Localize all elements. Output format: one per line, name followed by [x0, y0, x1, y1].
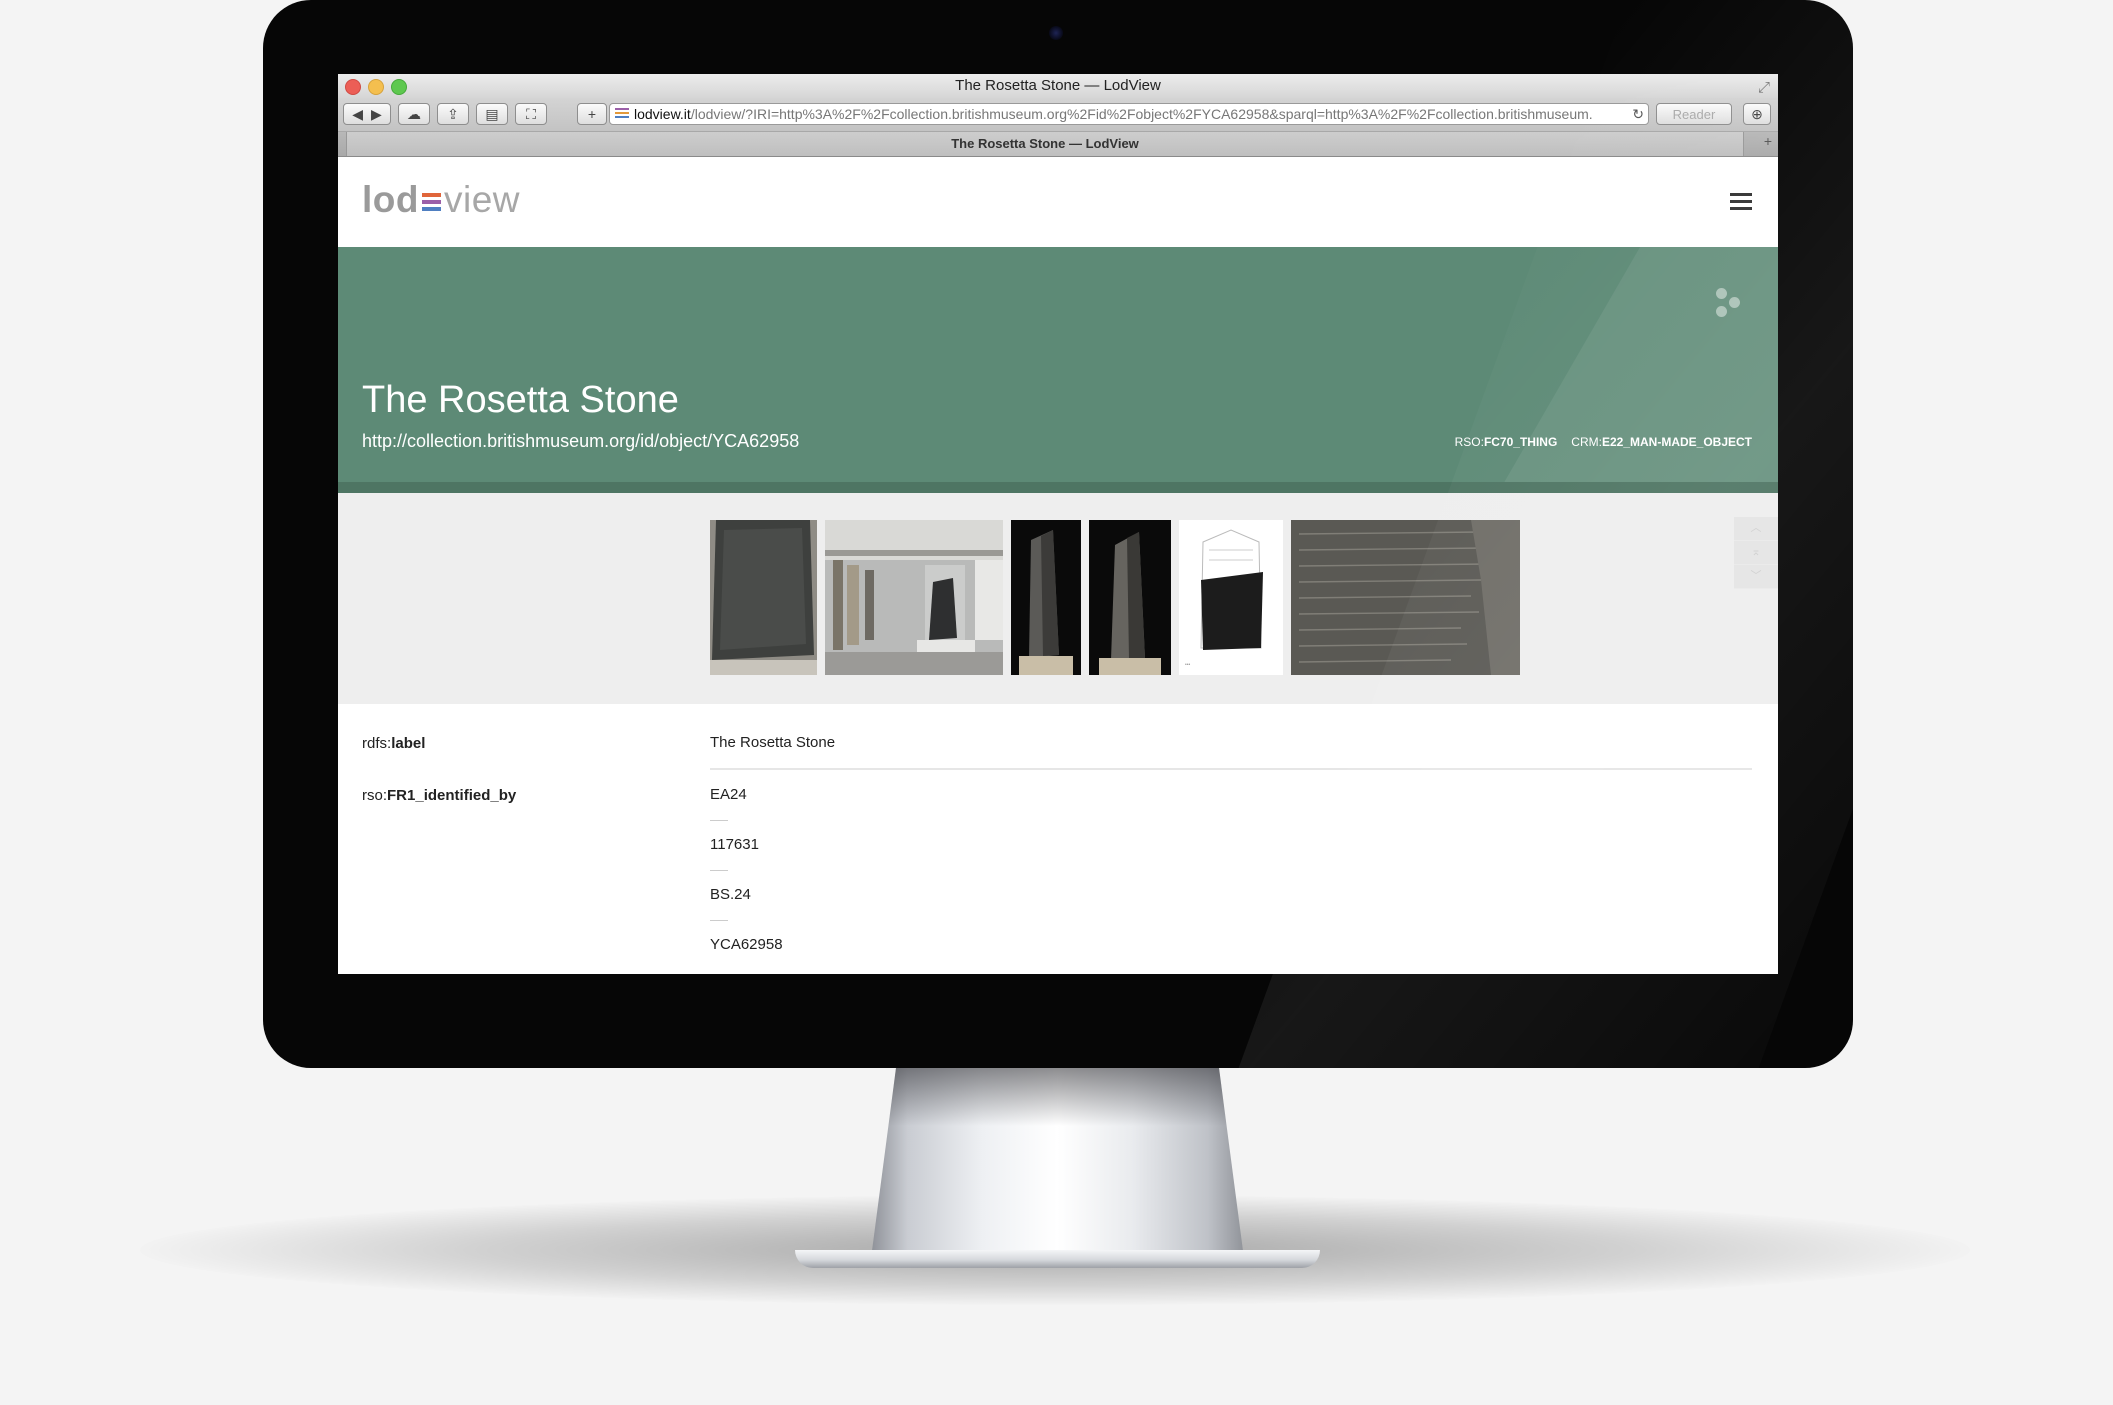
property-table: rdfs:label The Rosetta Stone rso:FR1_ide… — [338, 704, 1778, 970]
address-path: /lodview/?IRI=http%3A%2F%2Fcollection.br… — [690, 106, 1593, 122]
property-prefix: rso: — [362, 787, 388, 804]
reading-list-icon: ▤ — [485, 105, 499, 122]
property-name: FR1_identified_by — [387, 787, 517, 804]
logo-text-view: view — [443, 179, 521, 220]
reader-button[interactable]: Reader — [1656, 103, 1732, 125]
svg-text:•••: ••• — [1185, 662, 1191, 668]
stone-side-view-image-1[interactable] — [1011, 520, 1081, 675]
sidebar-button[interactable]: ▤ — [476, 103, 508, 125]
property-value: The Rosetta Stone — [710, 734, 836, 751]
type-name: FC70_THING — [1483, 435, 1558, 449]
scroll-up-icon[interactable]: ︿ — [1734, 517, 1778, 541]
museum-gallery-image[interactable] — [825, 520, 1003, 675]
property-values: EA24 117631 BS.24 YCA62958 — [710, 770, 1752, 970]
fullscreen-icon[interactable]: ⤢ — [1758, 76, 1770, 100]
property-value[interactable]: 117631 — [710, 820, 1752, 871]
share-icon: ⇪ — [447, 105, 459, 122]
new-tab-button[interactable]: + — [577, 103, 607, 125]
scroll-top-icon[interactable]: ⌅ — [1734, 541, 1778, 565]
resource-header: The Rosetta Stone http://collection.brit… — [338, 247, 1778, 493]
close-window-button[interactable] — [345, 79, 361, 95]
icloud-tabs-button[interactable]: ☁ — [398, 103, 430, 125]
logo-text-lod: lod — [362, 179, 419, 220]
hamburger-menu-icon[interactable] — [1730, 193, 1752, 210]
type-crm-object[interactable]: CRM:E22_MAN-MADE_OBJECT — [1571, 435, 1752, 449]
tab-bar: The Rosetta Stone — LodView + — [338, 132, 1778, 157]
title-bar: The Rosetta Stone — LodView ⤢ — [338, 74, 1778, 98]
hero-bottom-strip — [338, 482, 1778, 493]
property-values: The Rosetta Stone — [710, 718, 1752, 768]
downloads-button[interactable]: ⊕ — [1743, 103, 1771, 125]
property-value[interactable]: EA24 — [710, 770, 1752, 821]
fullscreen-toggle-button[interactable]: ⛶ — [515, 103, 547, 125]
zoom-window-button[interactable] — [391, 79, 407, 95]
minimize-window-button[interactable] — [368, 79, 384, 95]
expand-icon: ⛶ — [526, 105, 536, 122]
property-key-fr1-identified-by[interactable]: rso:FR1_identified_by — [362, 787, 516, 804]
inscription-detail-image[interactable] — [1291, 520, 1520, 675]
property-value[interactable]: BS.24 — [710, 870, 1752, 921]
window-title: The Rosetta Stone — LodView — [955, 77, 1161, 94]
stone-side-view-image-2[interactable] — [1089, 520, 1171, 675]
download-icon: ⊕ — [1751, 105, 1763, 122]
lod-cloud-icon[interactable] — [1716, 288, 1742, 320]
property-name: label — [391, 735, 426, 752]
site-favicon-icon — [615, 108, 629, 120]
browser-window: The Rosetta Stone — LodView ⤢ ◀ ▶ ☁ ⇪ ▤ … — [338, 74, 1778, 974]
back-icon[interactable]: ◀ — [352, 106, 363, 123]
logo-mark-icon — [421, 193, 441, 211]
resource-title: The Rosetta Stone — [362, 379, 679, 421]
cloud-icon: ☁ — [407, 105, 421, 122]
image-gallery: ••• ︿ ⌅ ﹀ — [338, 493, 1778, 704]
type-rso-thing[interactable]: RSO:FC70_THING — [1455, 435, 1558, 449]
monitor-stand-base — [795, 1250, 1320, 1268]
property-row-rdfs-label: rdfs:label The Rosetta Stone — [338, 704, 1778, 768]
back-forward-buttons[interactable]: ◀ ▶ — [343, 103, 391, 125]
site-header: lod view — [338, 157, 1778, 247]
type-prefix: RSO: — [1454, 435, 1484, 449]
property-row-fr1-identified-by: rso:FR1_identified_by EA24 117631 BS.24 … — [338, 770, 1778, 970]
property-key-rdfs-label[interactable]: rdfs:label — [362, 735, 425, 752]
reload-icon[interactable]: ↻ — [1629, 104, 1644, 124]
browser-toolbar: ◀ ▶ ☁ ⇪ ▤ ⛶ + lodview.it/lodview/?IRI=ht… — [338, 98, 1778, 132]
monitor: The Rosetta Stone — LodView ⤢ ◀ ▶ ☁ ⇪ ▤ … — [263, 0, 1853, 1068]
tab-rosetta-stone[interactable]: The Rosetta Stone — LodView — [346, 132, 1744, 156]
camera-icon — [1049, 26, 1063, 40]
add-tab-icon[interactable]: + — [1764, 133, 1772, 149]
property-prefix: rdfs: — [362, 735, 392, 752]
window-controls — [345, 79, 407, 95]
scroll-down-icon[interactable]: ﹀ — [1734, 565, 1778, 589]
page-navigation-widget: ︿ ⌅ ﹀ — [1734, 517, 1778, 589]
resource-uri[interactable]: http://collection.britishmuseum.org/id/o… — [362, 431, 799, 452]
stone-drawing-image[interactable]: ••• — [1179, 520, 1283, 675]
monitor-stand — [870, 1066, 1245, 1266]
rosetta-stone-closeup-image[interactable] — [710, 520, 817, 675]
lodview-logo[interactable]: lod view — [362, 179, 520, 221]
plus-icon: + — [587, 106, 597, 122]
address-bar[interactable]: lodview.it/lodview/?IRI=http%3A%2F%2Fcol… — [609, 103, 1649, 125]
forward-icon[interactable]: ▶ — [371, 106, 382, 123]
address-domain: lodview.it — [634, 106, 691, 122]
resource-types: RSO:FC70_THING CRM:E22_MAN-MADE_OBJECT — [1455, 435, 1752, 449]
type-prefix: CRM: — [1571, 435, 1602, 449]
property-value[interactable]: YCA62958 — [710, 920, 1752, 970]
type-name: E22_MAN-MADE_OBJECT — [1601, 435, 1752, 449]
share-button[interactable]: ⇪ — [437, 103, 469, 125]
